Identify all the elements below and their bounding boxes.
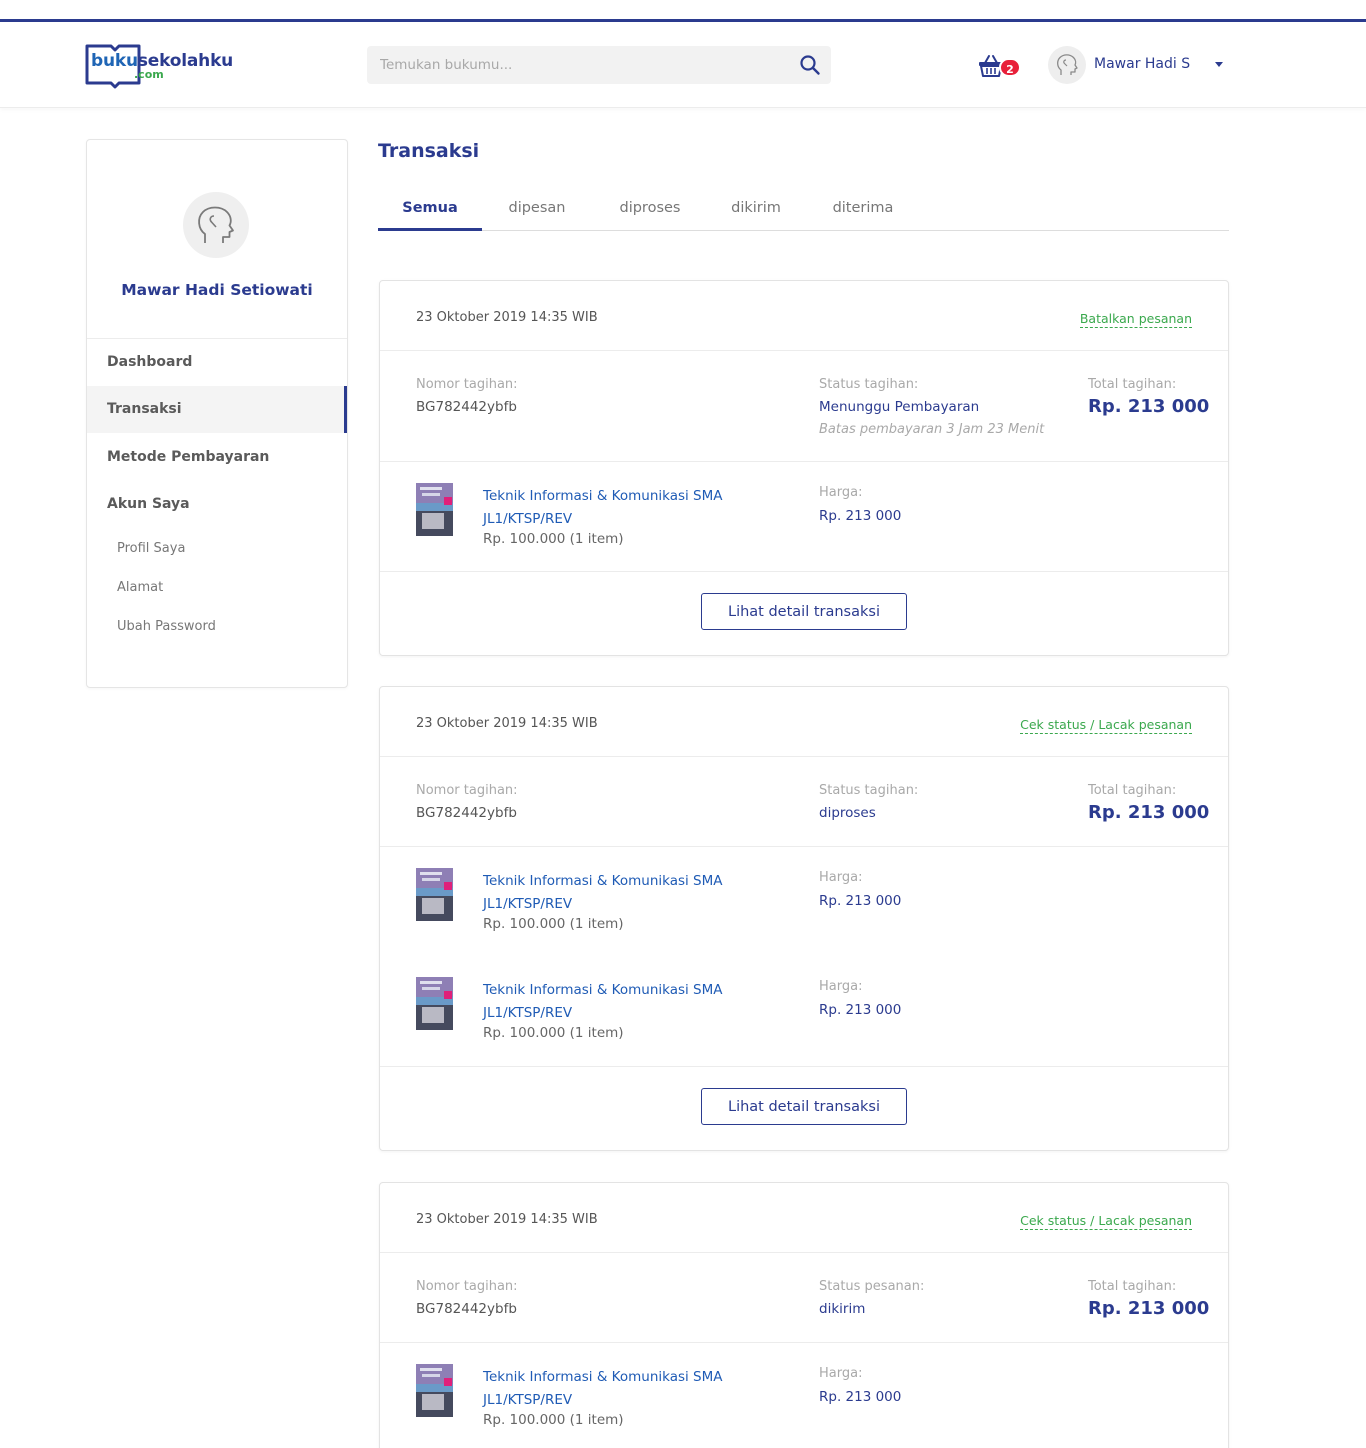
harga-label: Harga: <box>819 979 863 994</box>
card-header: 23 Oktober 2019 14:35 WIB Batalkan pesan… <box>380 281 1228 351</box>
total-amount: Rp. 213 000 <box>1088 802 1210 823</box>
sidebar-group-akun-saya[interactable]: Akun Saya <box>87 481 347 528</box>
search-bar <box>367 46 831 84</box>
search-icon[interactable] <box>799 54 821 76</box>
page-title: Transaksi <box>378 140 480 162</box>
view-transaction-detail-button[interactable]: Lihat detail transaksi <box>701 593 907 630</box>
track-order-link[interactable]: Cek status / Lacak pesanan <box>1020 1213 1192 1230</box>
book-cover-image[interactable] <box>416 483 453 536</box>
item-unit-price: Rp. 100.000 (1 item) <box>483 1412 624 1428</box>
list-item: Teknik Informasi & Komunikasi SMA JL1/KTS… <box>380 1364 1228 1448</box>
head-avatar-icon <box>198 206 234 243</box>
card-summary: Nomor tagihan: BG782442ybfb Status tagih… <box>380 757 1228 847</box>
head-avatar-icon <box>1057 54 1078 75</box>
cancel-order-link[interactable]: Batalkan pesanan <box>1079 311 1192 328</box>
harga-label: Harga: <box>819 1366 863 1381</box>
item-unit-price: Rp. 100.000 (1 item) <box>483 531 624 547</box>
transaction-tabs: Semua dipesan diproses dikirim diterima <box>378 186 1229 231</box>
card-header: 23 Oktober 2019 14:35 WIB Cek status / L… <box>380 687 1228 757</box>
total-amount: Rp. 213 000 <box>1088 1298 1210 1319</box>
item-unit-price: Rp. 100.000 (1 item) <box>483 916 624 932</box>
total-label: Total tagihan: <box>1088 377 1177 392</box>
sidebar-subitem-profil[interactable]: Profil Saya <box>117 541 185 556</box>
cart-count-badge: 2 <box>999 58 1021 77</box>
list-item: Teknik Informasi & Komunikasi SMA JL1/KTS… <box>380 977 1228 1077</box>
logo-domain: .com <box>134 68 164 81</box>
harga-label: Harga: <box>819 485 863 500</box>
cart-button[interactable]: 2 <box>978 52 1024 80</box>
transaction-card: 23 Oktober 2019 14:35 WIB Batalkan pesan… <box>379 280 1229 656</box>
invoice-label: Nomor tagihan: <box>416 1279 518 1294</box>
tab-diproses[interactable]: diproses <box>604 186 696 231</box>
list-item: Teknik Informasi & Komunikasi SMA JL1/KTS… <box>380 483 1228 583</box>
book-title-link[interactable]: Teknik Informasi & Komunikasi SMA JL1/KTS… <box>483 979 743 1025</box>
invoice-number: BG782442ybfb <box>416 805 517 821</box>
avatar <box>1048 46 1086 84</box>
card-footer: Lihat detail transaksi <box>380 1067 1228 1150</box>
user-menu-dropdown[interactable]: Mawar Hadi S <box>1048 46 1228 84</box>
status-value: diproses <box>819 805 876 821</box>
sidebar-item-metode-pembayaran[interactable]: Metode Pembayaran <box>87 434 347 481</box>
status-label: Status pesanan: <box>819 1279 925 1294</box>
transaction-date: 23 Oktober 2019 14:35 WIB <box>416 1212 598 1227</box>
card-summary: Nomor tagihan: BG782442ybfb Status pesan… <box>380 1253 1228 1343</box>
card-header: 23 Oktober 2019 14:35 WIB Cek status / L… <box>380 1183 1228 1253</box>
item-unit-price: Rp. 100.000 (1 item) <box>483 1025 624 1041</box>
tab-diterima[interactable]: diterima <box>818 186 908 231</box>
sidebar-subitem-alamat[interactable]: Alamat <box>117 580 163 595</box>
transaction-card: 23 Oktober 2019 14:35 WIB Cek status / L… <box>379 1182 1229 1448</box>
view-transaction-detail-button[interactable]: Lihat detail transaksi <box>701 1088 907 1125</box>
book-title-link[interactable]: Teknik Informasi & Komunikasi SMA JL1/KTS… <box>483 870 743 916</box>
invoice-label: Nomor tagihan: <box>416 783 518 798</box>
tab-dipesan[interactable]: dipesan <box>492 186 582 231</box>
status-value: dikirim <box>819 1301 866 1317</box>
total-amount: Rp. 213 000 <box>1088 396 1210 417</box>
book-cover-image[interactable] <box>416 1364 453 1417</box>
sidebar-item-transaksi[interactable]: Transaksi <box>87 386 347 433</box>
transaction-date: 23 Oktober 2019 14:35 WIB <box>416 310 598 325</box>
status-label: Status tagihan: <box>819 783 919 798</box>
book-title-link[interactable]: Teknik Informasi & Komunikasi SMA JL1/KTS… <box>483 485 743 531</box>
search-input[interactable] <box>367 46 787 84</box>
status-value: Menunggu Pembayaran <box>819 399 980 415</box>
site-header: bukusekolahku .com 2 Mawar Hadi S <box>0 22 1366 108</box>
sidebar-item-dashboard[interactable]: Dashboard <box>87 339 347 386</box>
account-sidebar: Mawar Hadi Setiowati Dashboard Transaksi… <box>86 139 348 688</box>
sidebar-subitem-ubah-password[interactable]: Ubah Password <box>117 619 216 634</box>
transaction-date: 23 Oktober 2019 14:35 WIB <box>416 716 598 731</box>
track-order-link[interactable]: Cek status / Lacak pesanan <box>1020 717 1192 734</box>
order-items: Teknik Informasi & Komunikasi SMA JL1/KTS… <box>380 847 1228 1067</box>
profile-avatar <box>183 192 249 258</box>
total-label: Total tagihan: <box>1088 783 1177 798</box>
site-logo[interactable]: bukusekolahku .com <box>85 43 235 91</box>
tab-dikirim[interactable]: dikirim <box>714 186 798 231</box>
payment-deadline: Batas pembayaran 3 Jam 23 Menit <box>819 422 1045 437</box>
invoice-label: Nomor tagihan: <box>416 377 518 392</box>
tab-semua[interactable]: Semua <box>378 186 482 231</box>
book-title-link[interactable]: Teknik Informasi & Komunikasi SMA JL1/KTS… <box>483 1366 743 1412</box>
list-item: Teknik Informasi & Komunikasi SMA JL1/KTS… <box>380 868 1228 968</box>
total-label: Total tagihan: <box>1088 1279 1177 1294</box>
card-summary: Nomor tagihan: BG782442ybfb Status tagih… <box>380 351 1228 462</box>
harga-value: Rp. 213 000 <box>819 1002 902 1018</box>
order-items: Teknik Informasi & Komunikasi SMA JL1/KTS… <box>380 462 1228 572</box>
chevron-down-icon <box>1215 62 1223 67</box>
harga-label: Harga: <box>819 870 863 885</box>
book-cover-image[interactable] <box>416 977 453 1030</box>
invoice-number: BG782442ybfb <box>416 1301 517 1317</box>
card-footer: Lihat detail transaksi <box>380 572 1228 655</box>
transaction-card: 23 Oktober 2019 14:35 WIB Cek status / L… <box>379 686 1229 1151</box>
harga-value: Rp. 213 000 <box>819 508 902 524</box>
harga-value: Rp. 213 000 <box>819 893 902 909</box>
user-name: Mawar Hadi S <box>1094 56 1191 72</box>
invoice-number: BG782442ybfb <box>416 399 517 415</box>
status-label: Status tagihan: <box>819 377 919 392</box>
book-cover-image[interactable] <box>416 868 453 921</box>
harga-value: Rp. 213 000 <box>819 1389 902 1405</box>
profile-name: Mawar Hadi Setiowati <box>121 281 313 299</box>
order-items: Teknik Informasi & Komunikasi SMA JL1/KTS… <box>380 1343 1228 1448</box>
